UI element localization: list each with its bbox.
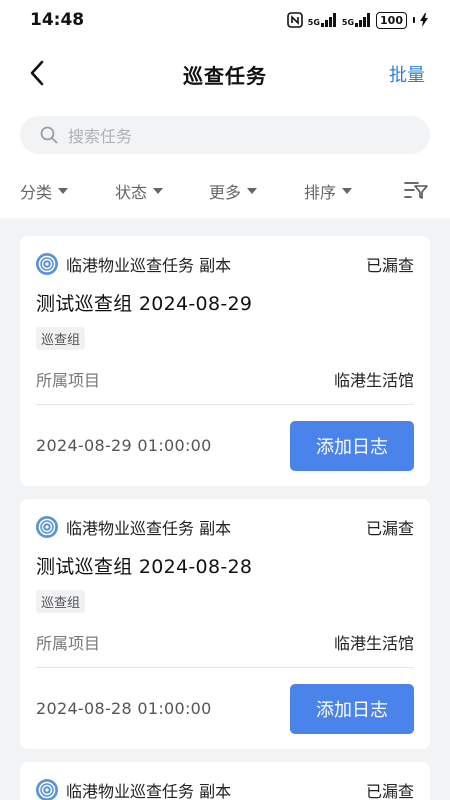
status-time: 14:48 (30, 10, 85, 30)
charging-icon (420, 13, 428, 27)
status-badge: 已漏查 (365, 256, 414, 275)
divider (36, 667, 414, 668)
card-time: 2024-08-29 01:00:00 (36, 436, 212, 455)
filter-category[interactable]: 分类 (20, 179, 69, 203)
filter-status[interactable]: 状态 (115, 179, 164, 203)
task-card[interactable]: 临港物业巡查任务 副本 已漏查 测试巡查组 2024-08-29 巡查组 所属项… (20, 236, 430, 486)
page-title: 巡查任务 (183, 64, 267, 88)
status-badge: 已漏查 (365, 782, 414, 800)
card-title: 测试巡查组 2024-08-28 (36, 556, 253, 578)
card-tag: 巡查组 (36, 590, 86, 613)
search-placeholder: 搜索任务 (68, 127, 133, 146)
status-bar: 14:48 5G 5G 100 (0, 0, 450, 40)
filter-sort[interactable]: 排序 (304, 179, 353, 203)
caret-down-icon (342, 188, 353, 194)
filter-more[interactable]: 更多 (209, 179, 258, 203)
project-label: 所属项目 (36, 371, 101, 390)
task-target-icon (36, 253, 58, 275)
project-value: 临港生活馆 (333, 371, 414, 390)
filter-bar: 分类 状态 更多 排序 (0, 162, 450, 218)
status-icons: 5G 5G 100 (286, 11, 428, 29)
card-source: 临港物业巡查任务 副本 (66, 519, 232, 538)
add-log-button[interactable]: 添加日志 (290, 421, 414, 471)
task-card[interactable]: 临港物业巡查任务 副本 已漏查 (20, 762, 430, 800)
signal-label: 5G (307, 18, 320, 27)
divider (36, 404, 414, 405)
caret-down-icon (247, 188, 258, 194)
card-tag: 巡查组 (36, 327, 86, 350)
card-header: 临港物业巡查任务 副本 已漏查 (36, 515, 414, 539)
project-value: 临港生活馆 (333, 634, 414, 653)
signal-label: 5G (341, 18, 355, 27)
battery-icon: 100 (376, 11, 407, 29)
search-icon (40, 126, 58, 144)
filter-label: 状态 (115, 183, 148, 202)
battery-level: 100 (380, 13, 403, 27)
nav-bar: 巡查任务 批量 (0, 40, 450, 106)
project-label: 所属项目 (36, 634, 101, 653)
status-badge: 已漏查 (365, 519, 414, 538)
search-section: 搜索任务 (0, 106, 450, 162)
task-target-icon (36, 516, 58, 538)
signal-icon: 5G (308, 13, 337, 27)
filter-label: 更多 (209, 183, 242, 202)
nfc-icon (286, 12, 303, 28)
card-source: 临港物业巡查任务 副本 (66, 782, 232, 800)
card-header: 临港物业巡查任务 副本 已漏查 (36, 252, 414, 276)
caret-down-icon (58, 188, 69, 194)
search-input[interactable]: 搜索任务 (20, 116, 430, 154)
task-target-icon (36, 779, 58, 800)
filter-label: 排序 (304, 183, 337, 202)
battery-tip (413, 17, 415, 23)
filter-icon[interactable] (404, 180, 428, 204)
card-title: 测试巡查组 2024-08-29 (36, 293, 253, 315)
filter-label: 分类 (20, 183, 53, 202)
signal-icon: 5G (342, 13, 371, 27)
batch-button[interactable]: 批量 (389, 61, 425, 87)
card-source: 临港物业巡查任务 副本 (66, 256, 232, 275)
card-time: 2024-08-28 01:00:00 (36, 699, 212, 718)
caret-down-icon (153, 188, 164, 194)
card-header: 临港物业巡查任务 副本 已漏查 (36, 778, 414, 800)
task-card[interactable]: 临港物业巡查任务 副本 已漏查 测试巡查组 2024-08-28 巡查组 所属项… (20, 499, 430, 749)
add-log-button[interactable]: 添加日志 (290, 684, 414, 734)
